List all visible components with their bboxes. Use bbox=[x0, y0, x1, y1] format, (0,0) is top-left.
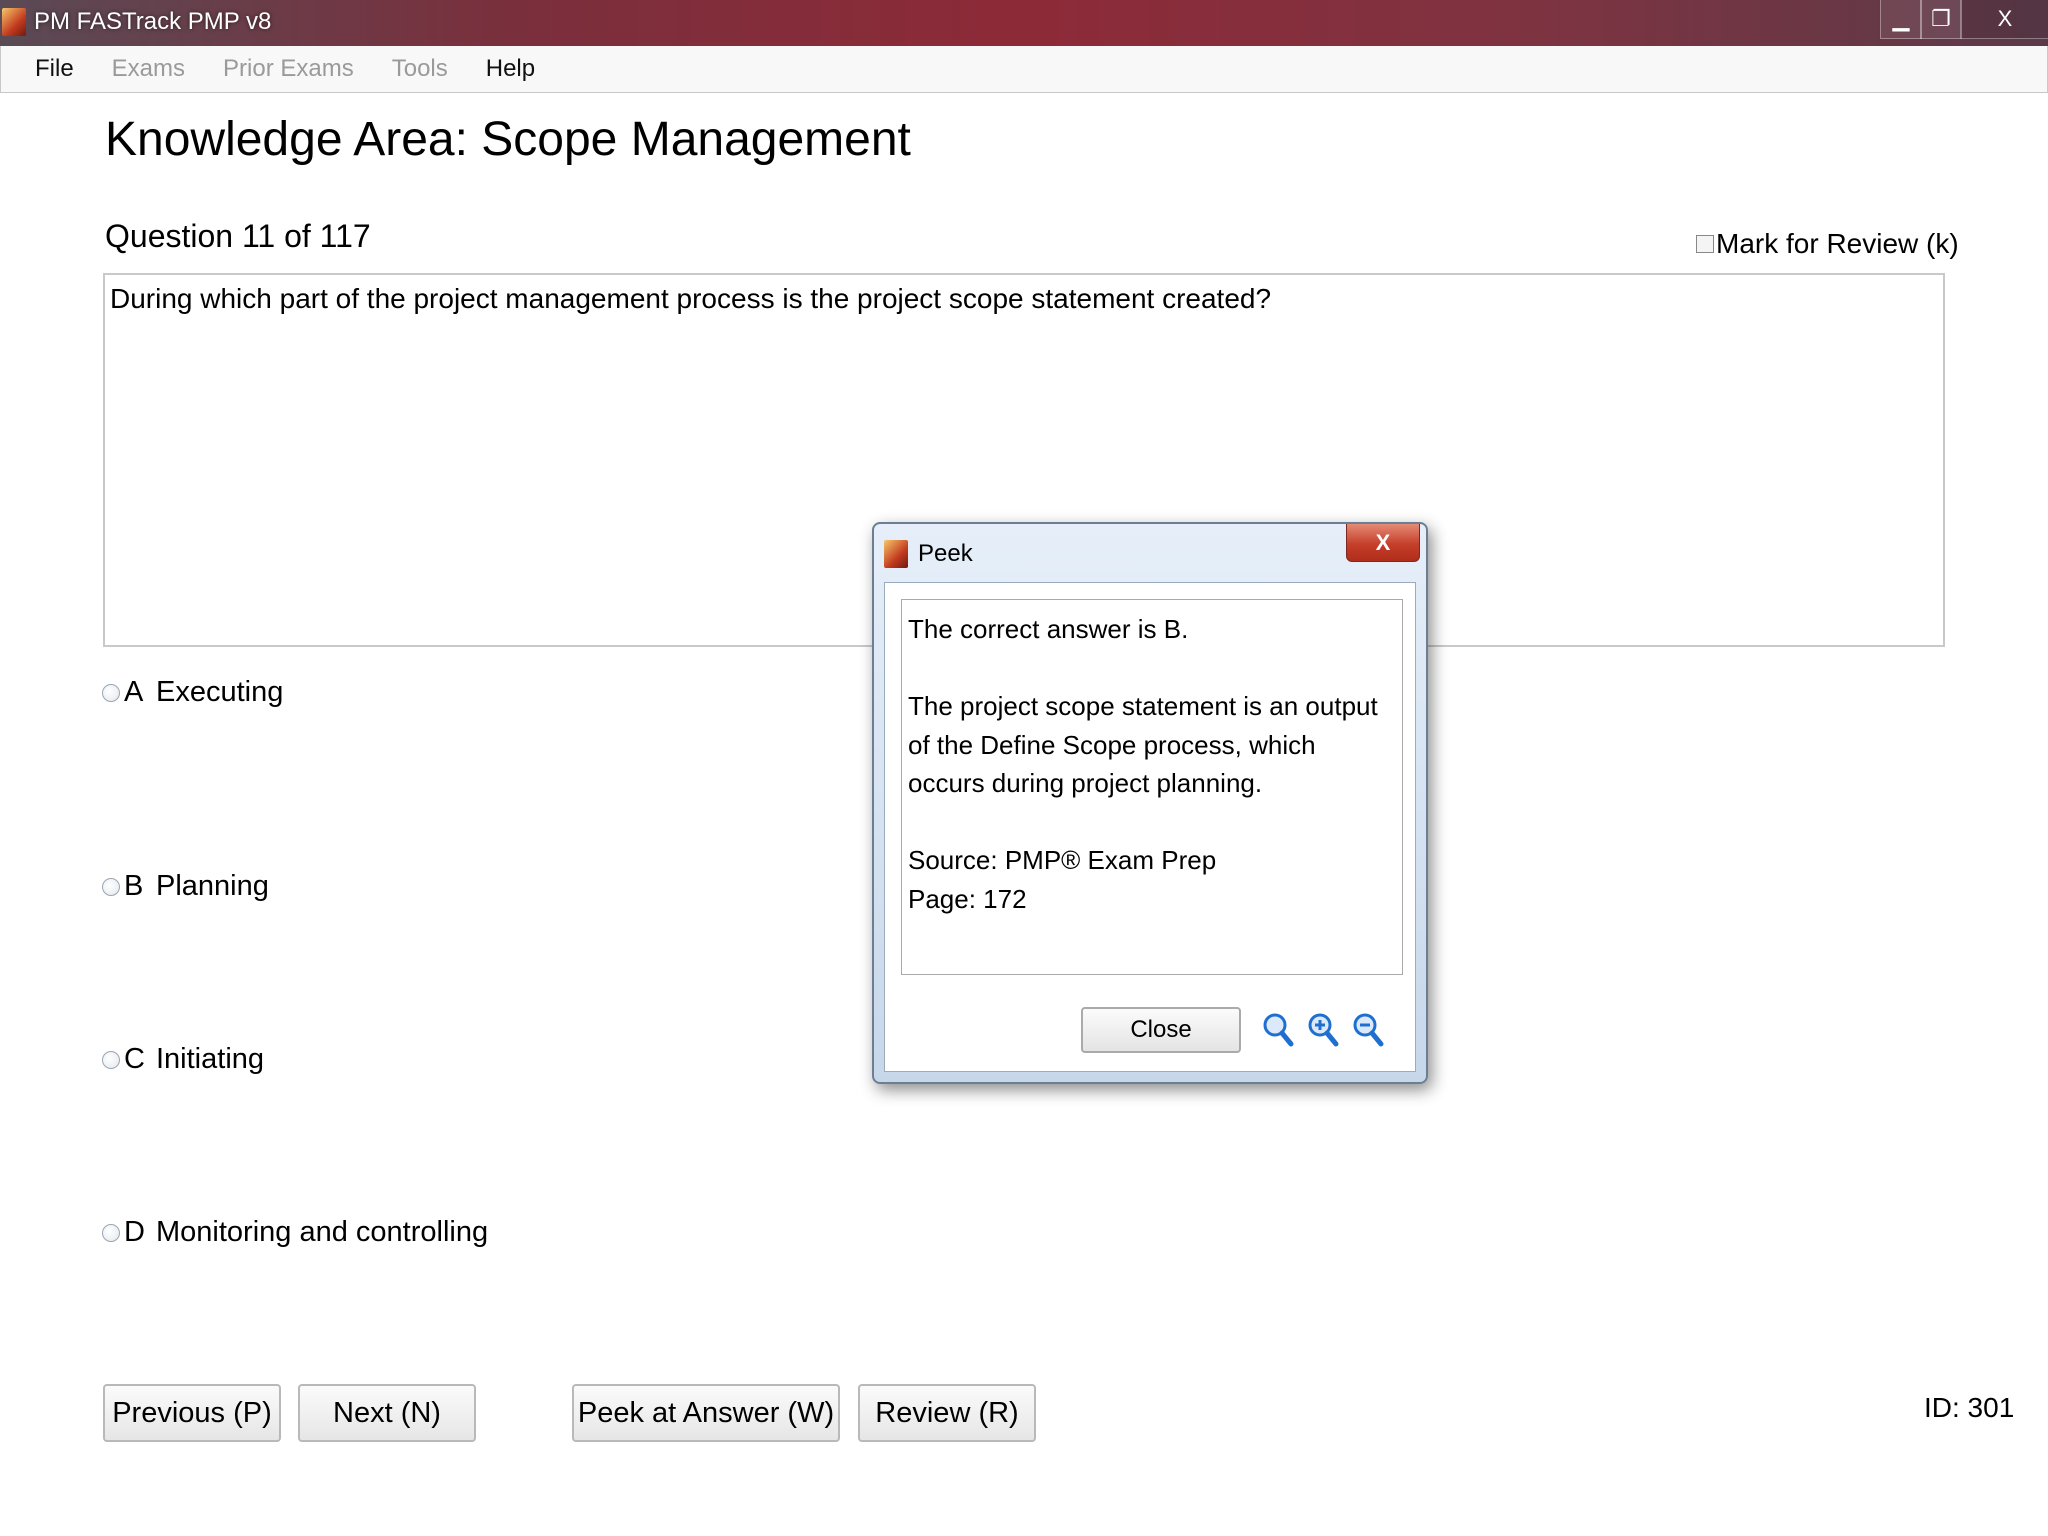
dialog-close-icon[interactable]: X bbox=[1346, 524, 1420, 562]
answer-option-c[interactable]: C Initiating bbox=[102, 1043, 264, 1076]
menu-exams[interactable]: Exams bbox=[98, 55, 209, 83]
answer-letter: D bbox=[124, 1216, 145, 1248]
radio-icon[interactable] bbox=[102, 1223, 120, 1242]
question-number: Question 11 of 117 bbox=[105, 218, 371, 254]
radio-icon[interactable] bbox=[102, 1050, 120, 1069]
checkbox-icon[interactable] bbox=[1696, 235, 1714, 253]
explanation-text: The project scope statement is an output… bbox=[908, 691, 1378, 798]
question-id: ID: 301 bbox=[1924, 1392, 2015, 1423]
answer-letter: A bbox=[124, 676, 144, 708]
radio-icon[interactable] bbox=[102, 877, 120, 896]
review-button[interactable]: Review (R) bbox=[858, 1384, 1036, 1442]
menu-bar: File Exams Prior Exams Tools Help bbox=[0, 46, 2048, 93]
maximize-button[interactable]: ❐ bbox=[1920, 0, 1962, 39]
source-line: Source: PMP® Exam Prep bbox=[908, 845, 1217, 875]
answer-text: Planning bbox=[156, 870, 269, 902]
knowledge-area-title: Knowledge Area: Scope Management bbox=[105, 113, 911, 166]
peek-dialog: Peek X The correct answer is B. The proj… bbox=[872, 522, 1428, 1084]
dialog-close-button[interactable]: Close bbox=[1081, 1007, 1241, 1053]
correct-answer-line: The correct answer is B. bbox=[908, 614, 1189, 644]
minimize-button[interactable]: ▁ bbox=[1880, 0, 1922, 39]
radio-icon[interactable] bbox=[102, 683, 120, 702]
zoom-out-icon[interactable] bbox=[1351, 1011, 1385, 1049]
answer-option-d[interactable]: D Monitoring and controlling bbox=[102, 1216, 488, 1249]
page-line: Page: 172 bbox=[908, 883, 1027, 914]
next-button[interactable]: Next (N) bbox=[298, 1384, 476, 1442]
answer-text: Monitoring and controlling bbox=[156, 1216, 489, 1248]
close-window-button[interactable]: X bbox=[1960, 0, 2048, 39]
menu-prior-exams[interactable]: Prior Exams bbox=[209, 55, 378, 83]
window-title-bar: PM FASTrack PMP v8 ▁ ❐ X bbox=[0, 0, 2048, 47]
menu-help[interactable]: Help bbox=[472, 55, 559, 83]
previous-button[interactable]: Previous (P) bbox=[103, 1384, 281, 1442]
answer-letter: B bbox=[124, 870, 144, 902]
zoom-in-icon[interactable] bbox=[1306, 1011, 1340, 1049]
question-text: During which part of the project managem… bbox=[110, 283, 1272, 314]
app-logo-icon bbox=[2, 8, 26, 36]
mark-for-review-checkbox[interactable]: Mark for Review (k) bbox=[1696, 228, 1959, 260]
magnifier-icon[interactable] bbox=[1261, 1011, 1295, 1049]
menu-tools[interactable]: Tools bbox=[378, 55, 472, 83]
answer-text: Initiating bbox=[156, 1043, 265, 1075]
dialog-body: The correct answer is B. The project sco… bbox=[884, 582, 1416, 1072]
answer-letter: C bbox=[124, 1043, 145, 1075]
peek-at-answer-button[interactable]: Peek at Answer (W) bbox=[572, 1384, 840, 1442]
answer-option-b[interactable]: B Planning bbox=[102, 870, 269, 903]
dialog-title: Peek bbox=[918, 540, 973, 567]
app-logo-icon bbox=[884, 540, 908, 568]
answer-option-a[interactable]: A Executing bbox=[102, 676, 283, 709]
peek-answer-text: The correct answer is B. The project sco… bbox=[901, 599, 1403, 975]
window-title: PM FASTrack PMP v8 bbox=[34, 8, 272, 35]
answer-text: Executing bbox=[156, 676, 284, 708]
menu-file[interactable]: File bbox=[1, 55, 98, 83]
mark-for-review-label: Mark for Review (k) bbox=[1716, 228, 1959, 259]
